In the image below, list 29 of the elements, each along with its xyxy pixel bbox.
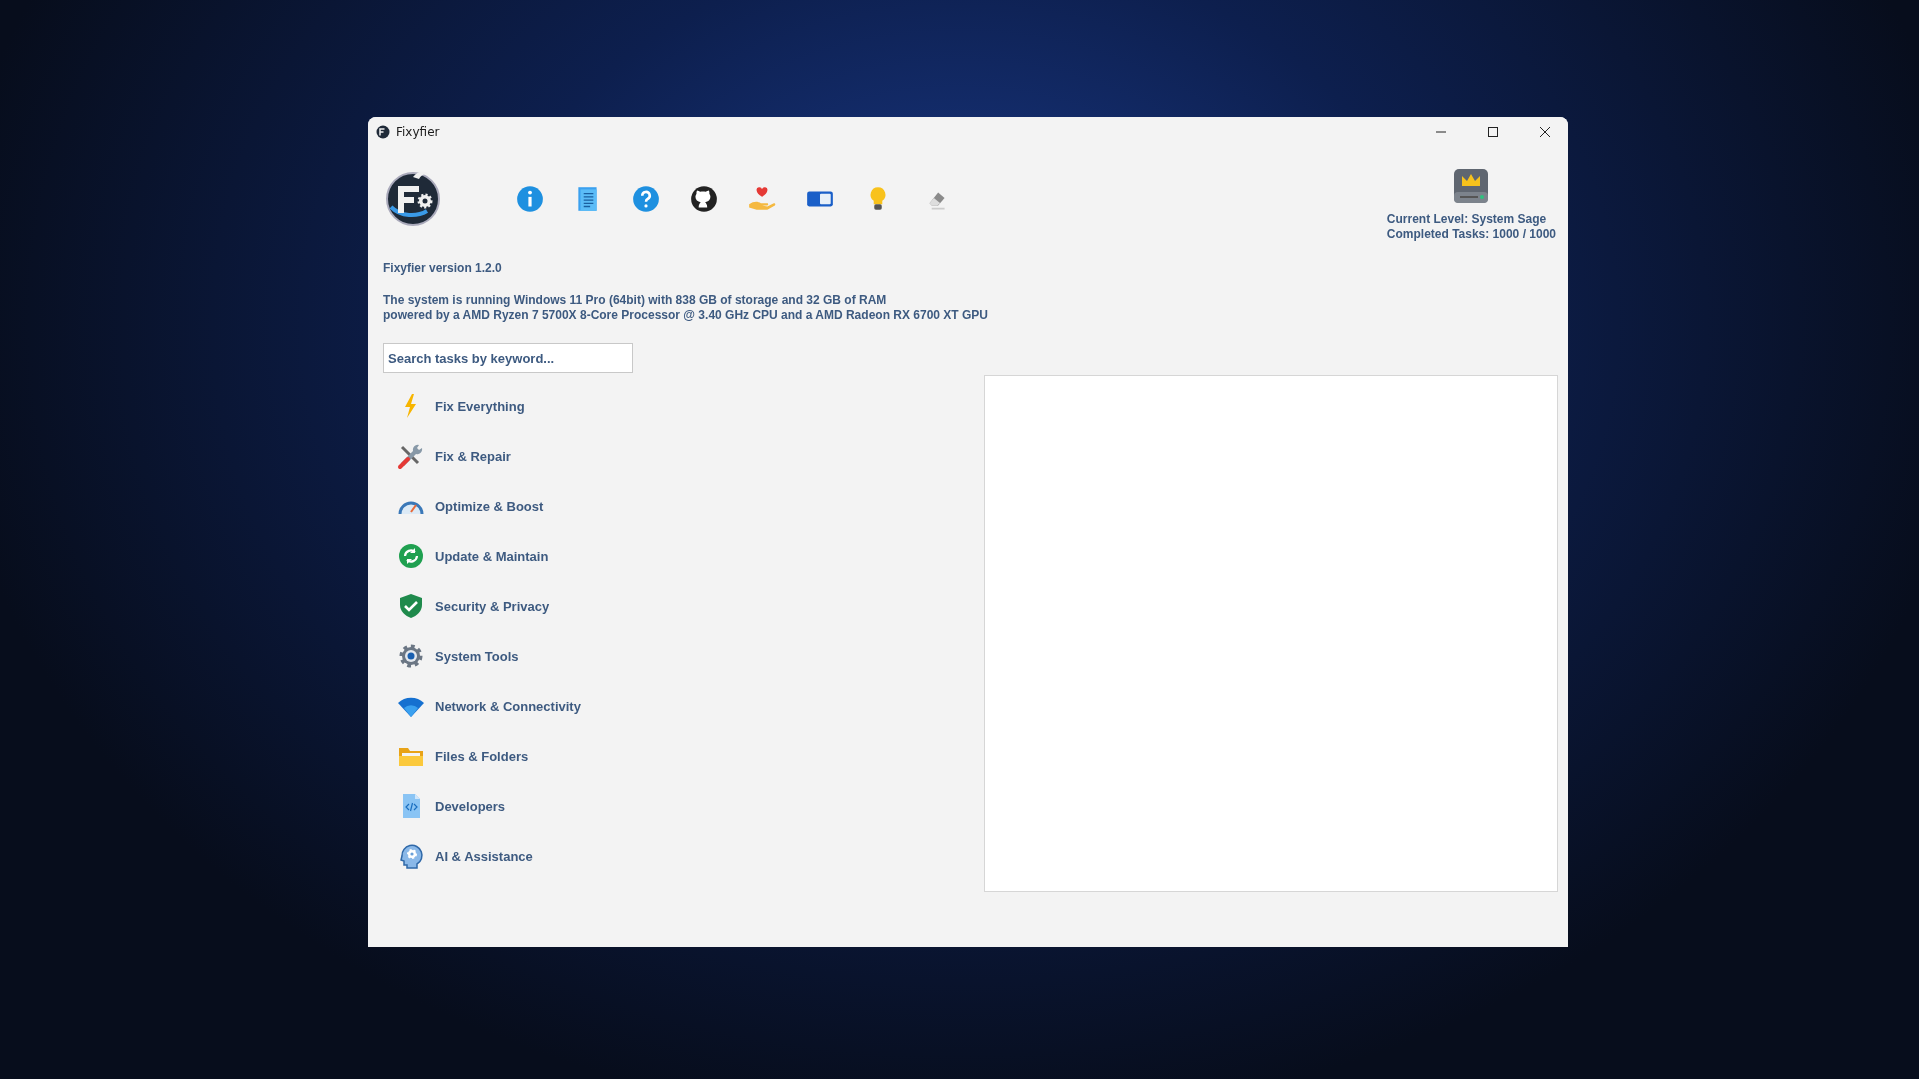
info-icon[interactable] (515, 184, 545, 214)
category-item[interactable]: Files & Folders (397, 731, 529, 781)
category-item[interactable]: Optimize & Boost (397, 481, 544, 531)
close-icon[interactable] (1540, 127, 1550, 137)
system-info-text: powered by a AMD Ryzen 7 5700X 8-Core Processor @ 3.40 GHz CPU and a AMD Radeon RX 6700 XT GPU (383, 308, 989, 323)
completed-tasks-text: Completed Tasks: 1000 / 1000 (1386, 227, 1556, 242)
shield-check-icon (397, 592, 425, 620)
window-title: Fixyfier (396, 125, 441, 139)
category-item[interactable]: Fix & Repair (397, 431, 511, 481)
gear-icon (397, 642, 425, 670)
category-item[interactable]: Fix Everything (397, 381, 525, 431)
category-item[interactable]: Update & Maintain (397, 531, 549, 581)
category-item[interactable]: AI & Assistance (397, 831, 533, 881)
version-text: Fixyfier version 1.2.0 (383, 261, 503, 275)
system-info-text: The system is running Windows 11 Pro (64bit) with 838 GB of storage and 32 GB of RAM (383, 293, 888, 308)
category-item[interactable]: Security & Privacy (397, 581, 550, 631)
github-icon[interactable] (689, 184, 719, 214)
category-item[interactable]: Developers (397, 781, 506, 831)
maximize-icon[interactable] (1488, 127, 1498, 137)
help-icon[interactable] (631, 184, 661, 214)
app-icon (376, 125, 390, 139)
category-item[interactable]: Network & Connectivity (397, 681, 581, 731)
search-field[interactable]: Search tasks by keyword... (383, 343, 633, 373)
refresh-icon (397, 542, 425, 570)
wrench-screwdriver-icon (397, 442, 425, 470)
current-level-text: Current Level: System Sage (1386, 212, 1547, 227)
head-gear-icon (397, 842, 425, 870)
category-item[interactable]: System Tools (397, 631, 519, 681)
crowned-drive-icon (1452, 166, 1491, 204)
